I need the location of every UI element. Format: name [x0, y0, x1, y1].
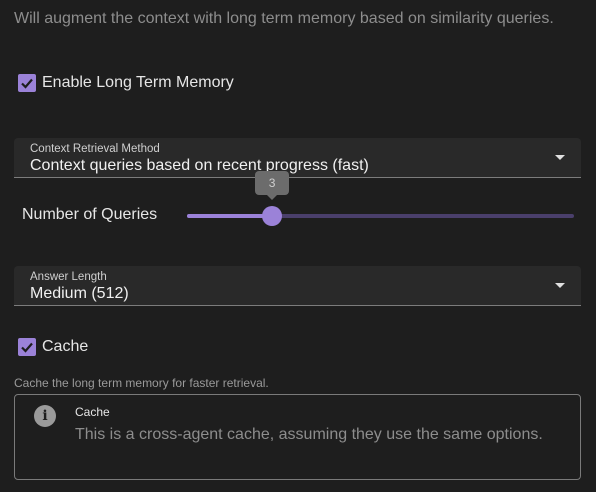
cache-checkbox[interactable]	[18, 338, 36, 356]
num-queries-label: Number of Queries	[22, 206, 158, 223]
num-queries-value-label: 3	[255, 171, 290, 200]
answer-length-value: Medium (512)	[30, 285, 129, 302]
num-queries-track-fill	[187, 214, 273, 218]
enable-ltm-checkbox[interactable]	[18, 74, 36, 92]
enable-ltm-label: Enable Long Term Memory	[42, 74, 234, 91]
retrieval-method-select[interactable]: Context Retrieval Method Context queries…	[14, 138, 581, 178]
num-queries-thumb[interactable]	[262, 206, 283, 226]
chevron-down-icon	[555, 283, 565, 288]
enable-ltm-row[interactable]: Enable Long Term Memory	[18, 74, 234, 92]
info-title: Cache	[75, 405, 110, 419]
retrieval-method-value: Context queries based on recent progress…	[30, 157, 369, 174]
cache-info-box: i Cache This is a cross-agent cache, ass…	[14, 394, 581, 480]
section-description: Will augment the context with long term …	[14, 10, 554, 27]
info-icon: i	[34, 405, 56, 427]
cache-row[interactable]: Cache	[18, 338, 88, 356]
cache-helper-text: Cache the long term memory for faster re…	[14, 376, 269, 390]
check-icon	[21, 342, 33, 353]
check-icon	[21, 78, 33, 89]
info-text: This is a cross-agent cache, assuming th…	[75, 426, 543, 443]
retrieval-method-label: Context Retrieval Method	[30, 143, 160, 155]
chevron-down-icon	[555, 155, 565, 160]
cache-label: Cache	[42, 338, 89, 355]
answer-length-select[interactable]: Answer Length Medium (512)	[14, 266, 581, 306]
answer-length-label: Answer Length	[30, 271, 107, 283]
